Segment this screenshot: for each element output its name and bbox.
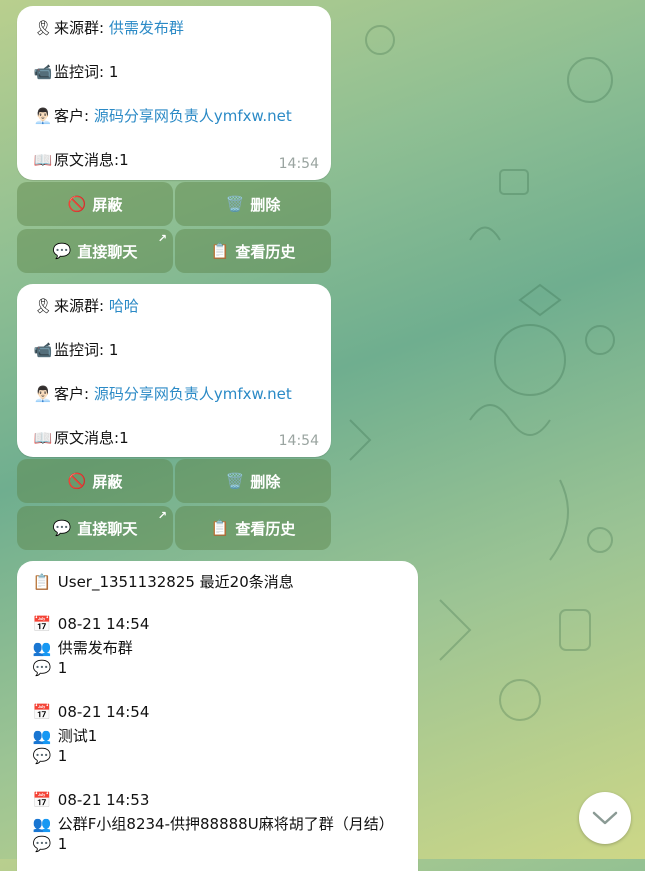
- clipboard-icon: 📋: [32, 573, 52, 591]
- client-link[interactable]: 源码分享网负责人ymfxw.net: [94, 107, 292, 125]
- keyword-line: 📹 监控词: 1: [32, 61, 119, 82]
- block-button-label: 屏蔽: [92, 195, 123, 214]
- users-icon: 👥: [32, 639, 52, 657]
- chevron-down-icon: [592, 811, 618, 825]
- calendar-icon: 📅: [32, 615, 52, 633]
- entry-datetime: 08-21 14:54: [57, 703, 150, 721]
- source-line: 🎗来源群: 供需发布群: [32, 17, 184, 38]
- delete-button[interactable]: 🗑️ 删除: [175, 182, 331, 226]
- block-button[interactable]: 🚫 屏蔽: [17, 182, 173, 226]
- history-header: 📋 User_1351132825 最近20条消息: [31, 571, 294, 592]
- keyword-value: 1: [108, 63, 119, 81]
- client-label: 客户:: [54, 107, 94, 125]
- video-camera-icon: 📹: [33, 63, 53, 81]
- original-line: 📖 原文消息:1: [32, 149, 129, 170]
- view-history-label: 查看历史: [235, 242, 296, 261]
- client-link[interactable]: 源码分享网负责人ymfxw.net: [94, 385, 292, 403]
- trash-icon: 🗑️: [225, 472, 245, 490]
- speech-bubble-icon: 💬: [32, 835, 52, 853]
- entry-group: 测试1: [57, 727, 98, 745]
- source-line: 🎗来源群: 哈哈: [32, 295, 139, 316]
- source-group-link[interactable]: 供需发布群: [109, 19, 184, 37]
- users-icon: 👥: [32, 727, 52, 745]
- keyword-label: 监控词:: [54, 63, 109, 81]
- history-entry-datetime: 📅 08-21 14:54: [31, 703, 150, 721]
- no-entry-icon: 🚫: [67, 195, 87, 213]
- clipboard-icon: 📋: [210, 242, 230, 260]
- view-history-button[interactable]: 📋 查看历史: [175, 506, 331, 550]
- client-line: 👨🏻‍💼 客户: 源码分享网负责人ymfxw.net: [32, 105, 292, 126]
- person-icon: 👨🏻‍💼: [33, 107, 53, 125]
- original-value: 1: [119, 429, 129, 447]
- message-time: 14:54: [278, 433, 319, 449]
- original-line: 📖 原文消息:1: [32, 427, 129, 448]
- view-history-button[interactable]: 📋 查看历史: [175, 229, 331, 273]
- ribbon-icon: 🎗: [33, 19, 53, 37]
- direct-chat-button[interactable]: 💬 直接聊天 ↗: [17, 229, 173, 273]
- external-link-icon: ↗: [157, 509, 167, 522]
- source-label: 来源群:: [54, 19, 109, 37]
- entry-message: 1: [57, 659, 68, 677]
- entry-datetime: 08-21 14:54: [57, 615, 150, 633]
- entry-group: 供需发布群: [57, 639, 133, 657]
- external-link-icon: ↗: [157, 232, 167, 245]
- keyword-value: 1: [108, 341, 119, 359]
- view-history-label: 查看历史: [235, 519, 296, 538]
- history-entry-group: 👥 供需发布群: [31, 637, 133, 658]
- history-entry-datetime: 📅 08-21 14:54: [31, 615, 150, 633]
- speech-bubble-icon: 💬: [32, 659, 52, 677]
- clipboard-icon: 📋: [210, 519, 230, 537]
- original-value: 1: [119, 151, 129, 169]
- ribbon-icon: 🎗: [33, 297, 53, 315]
- history-entry-group: 👥 测试1: [31, 725, 98, 746]
- history-entry-message: 💬 1: [31, 835, 68, 853]
- entry-message: 1: [57, 747, 68, 765]
- history-entry-datetime: 📅 08-21 14:53: [31, 791, 150, 809]
- users-icon: 👥: [32, 815, 52, 833]
- speech-bubble-icon: 💬: [32, 747, 52, 765]
- history-entry-message: 💬 1: [31, 659, 68, 677]
- speech-bubble-icon: 💬: [52, 242, 72, 260]
- entry-message: 1: [57, 835, 68, 853]
- client-line: 👨🏻‍💼 客户: 源码分享网负责人ymfxw.net: [32, 383, 292, 404]
- speech-bubble-icon: 💬: [52, 519, 72, 537]
- original-label: 原文消息:: [54, 429, 120, 447]
- original-label: 原文消息:: [54, 151, 120, 169]
- calendar-icon: 📅: [32, 791, 52, 809]
- delete-button[interactable]: 🗑️ 删除: [175, 459, 331, 503]
- direct-chat-label: 直接聊天: [77, 242, 138, 261]
- delete-button-label: 删除: [250, 472, 281, 491]
- direct-chat-button[interactable]: 💬 直接聊天 ↗: [17, 506, 173, 550]
- entry-group: 公群F小组8234-供押88888U麻将胡了群（月结）: [57, 815, 394, 833]
- client-label: 客户:: [54, 385, 94, 403]
- history-message: 📋 User_1351132825 最近20条消息 📅 08-21 14:54 …: [17, 561, 418, 871]
- block-button[interactable]: 🚫 屏蔽: [17, 459, 173, 503]
- history-header-text: User_1351132825 最近20条消息: [57, 573, 294, 591]
- monitor-message-1: 🎗来源群: 供需发布群 📹 监控词: 1 👨🏻‍💼 客户: 源码分享网负责人ymfx…: [17, 6, 331, 180]
- message-time: 14:54: [278, 156, 319, 172]
- monitor-message-2: 🎗来源群: 哈哈 📹 监控词: 1 👨🏻‍💼 客户: 源码分享网负责人ymfxw.n…: [17, 284, 331, 457]
- keyword-label: 监控词:: [54, 341, 109, 359]
- video-camera-icon: 📹: [33, 341, 53, 359]
- direct-chat-label: 直接聊天: [77, 519, 138, 538]
- keyword-line: 📹 监控词: 1: [32, 339, 119, 360]
- entry-datetime: 08-21 14:53: [57, 791, 150, 809]
- scroll-to-bottom-button[interactable]: [579, 792, 631, 844]
- open-book-icon: 📖: [33, 151, 53, 169]
- open-book-icon: 📖: [33, 429, 53, 447]
- no-entry-icon: 🚫: [67, 472, 87, 490]
- block-button-label: 屏蔽: [92, 472, 123, 491]
- source-group-link[interactable]: 哈哈: [109, 297, 139, 315]
- history-entry-message: 💬 1: [31, 747, 68, 765]
- source-label: 来源群:: [54, 297, 109, 315]
- trash-icon: 🗑️: [225, 195, 245, 213]
- calendar-icon: 📅: [32, 703, 52, 721]
- person-icon: 👨🏻‍💼: [33, 385, 53, 403]
- history-entry-group: 👥 公群F小组8234-供押88888U麻将胡了群（月结）: [31, 813, 394, 834]
- delete-button-label: 删除: [250, 195, 281, 214]
